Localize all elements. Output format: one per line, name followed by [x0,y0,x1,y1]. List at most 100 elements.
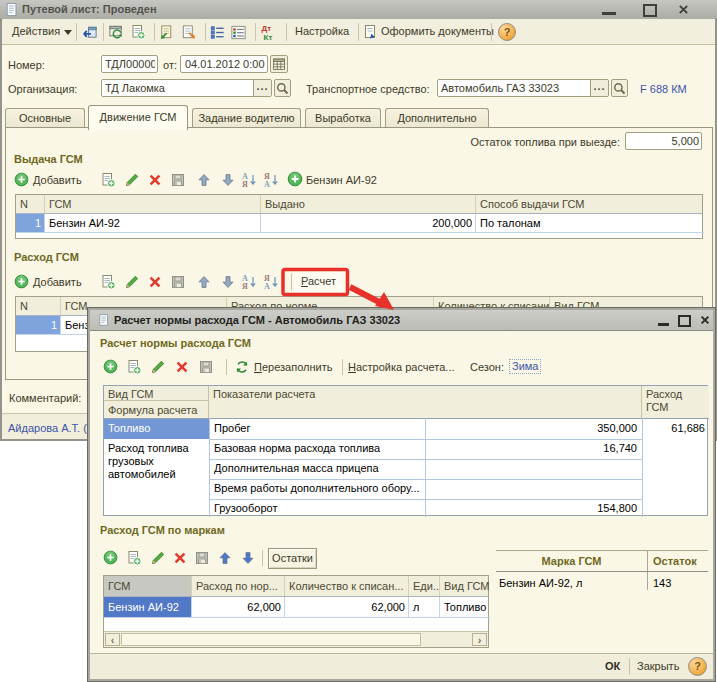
calendar-button[interactable] [270,55,288,73]
column-header[interactable]: Вид ГСМ [104,386,209,401]
indicator-label[interactable]: Время работы дополнительного обору... [210,479,425,499]
indicator-label[interactable]: Базовая норма расхода топлива [210,439,425,459]
total-cell[interactable]: 61,686 [643,419,709,439]
edit-icon[interactable] [124,274,140,290]
indicator-value[interactable]: 16,740 [425,439,641,459]
list-settings-icon[interactable] [230,24,247,41]
minimize-button[interactable] [658,320,669,326]
ok-button[interactable]: ОК [605,660,620,672]
move-up-icon[interactable] [196,274,212,290]
add-fuel-button[interactable]: Бензин АИ-92 [306,174,377,186]
column-header[interactable]: ГСМ [45,195,261,213]
column-header[interactable]: Количество к списан... [285,576,409,596]
add-icon[interactable] [103,359,118,374]
save-icon[interactable] [198,359,214,375]
add-icon[interactable] [14,274,29,289]
list-icon[interactable] [209,24,226,41]
column-header[interactable]: Расход по нор... [192,576,285,596]
delete-icon[interactable] [172,550,188,566]
save-icon[interactable] [170,274,186,290]
vehicle-info-link[interactable]: F 688 КМ [640,83,687,95]
delete-icon[interactable] [174,359,190,375]
document-moves-icon[interactable] [180,24,197,41]
move-down-icon[interactable] [240,550,256,566]
copy-icon[interactable] [100,172,116,188]
indicator-value[interactable]: 350,000 [425,419,641,439]
help-icon[interactable]: ? [498,23,516,41]
column-header[interactable]: Выдано [261,195,476,213]
based-on-icon[interactable] [158,24,175,41]
table-row[interactable]: 1 Бензин АИ-92 200,000 По талонам [16,214,702,233]
help-icon[interactable]: ? [688,657,707,676]
fuel-balance-input[interactable]: 5,000 [625,132,702,150]
calc-settings-button[interactable]: Настройка расчета... [348,361,455,373]
refill-button[interactable]: Перезаполнить [254,361,332,373]
column-header[interactable]: Способ выдачи ГСМ [476,195,704,213]
add-icon[interactable] [14,172,29,187]
actions-menu[interactable]: Действия [12,25,60,37]
copy-icon[interactable] [126,550,142,566]
page-add-icon[interactable] [130,24,146,40]
date-input[interactable]: 04.01.2012 0:00 [180,55,268,73]
responsible-link[interactable]: Айдарова А.Т. ( [8,422,87,434]
vehicle-open-button[interactable] [611,79,628,97]
move-up-icon[interactable] [217,550,233,566]
calc-table[interactable]: Вид ГСМ Формула расчета Показатели расче… [103,385,708,516]
maximize-button[interactable] [678,315,691,327]
column-header[interactable]: Расход ГСМ [642,386,709,418]
horizontal-scrollbar[interactable]: ‹ › [104,631,488,647]
column-header[interactable]: Показатели расчета [209,386,642,418]
refresh-icon[interactable] [234,359,250,375]
dtkt-icon[interactable] [260,23,278,41]
edit-icon[interactable] [150,359,166,375]
season-value-link[interactable]: Зима [509,359,541,374]
sort-asc-icon[interactable] [241,171,257,188]
edit-icon[interactable] [124,172,140,188]
move-up-icon[interactable] [196,172,212,188]
table-row[interactable]: Бензин АИ-92 62,000 62,000 л Топливо [104,597,488,618]
make-documents-button[interactable]: Оформить документы [381,25,494,37]
close-icon[interactable] [699,314,711,326]
sort-desc-icon[interactable] [263,273,279,290]
number-input[interactable]: ТДЛ000001 [101,55,158,73]
minimize-button[interactable] [602,9,616,15]
column-header[interactable]: Формула расчета [104,401,209,418]
add-button[interactable]: Добавить [33,174,82,186]
move-down-icon[interactable] [220,172,236,188]
window-refresh-icon[interactable] [108,24,125,41]
column-header[interactable]: Еди... [409,576,440,596]
indicator-value[interactable] [425,459,641,479]
scrollbar-thumb[interactable] [121,633,421,646]
column-header[interactable]: N [16,195,45,213]
close-icon[interactable] [677,3,690,16]
sort-desc-icon[interactable] [263,171,279,188]
organization-input[interactable]: ТД Лакомка ... [101,79,272,97]
edit-icon[interactable] [150,550,166,566]
column-header[interactable]: ГСМ [104,576,192,596]
organization-select-button[interactable]: ... [253,80,271,96]
indicator-value[interactable]: 154,800 [425,499,641,517]
vehicle-select-button[interactable]: ... [590,80,608,96]
indicator-label[interactable]: Пробег [210,419,425,439]
formula-cell[interactable]: Расход топлива грузовых автомобилей [104,439,209,517]
issue-table[interactable]: N ГСМ Выдано Способ выдачи ГСМ 1 Бензин … [15,194,703,239]
add-icon[interactable] [287,171,303,187]
organization-open-button[interactable] [274,79,291,97]
column-header[interactable]: Вид ГСМ [440,576,490,596]
move-down-icon[interactable] [220,274,236,290]
save-icon[interactable] [170,172,186,188]
tab-fuel-movement[interactable]: Движение ГСМ [88,105,188,130]
copy-icon[interactable] [126,359,142,375]
indicator-label[interactable]: Дополнительная масса прицепа [210,459,425,479]
scroll-right-button[interactable]: › [472,633,487,646]
settings-button[interactable]: Настройка [295,25,349,37]
balances-button[interactable]: Остатки [268,548,317,569]
delete-icon[interactable] [147,274,163,290]
indicator-value[interactable] [425,479,641,499]
copy-icon[interactable] [100,274,116,290]
add-icon[interactable] [103,550,118,565]
vehicle-input[interactable]: Автомобиль ГАЗ 33023 ... [437,79,609,97]
sort-asc-icon[interactable] [241,273,257,290]
add-button[interactable]: Добавить [33,276,82,288]
scroll-left-button[interactable]: ‹ [105,633,120,646]
